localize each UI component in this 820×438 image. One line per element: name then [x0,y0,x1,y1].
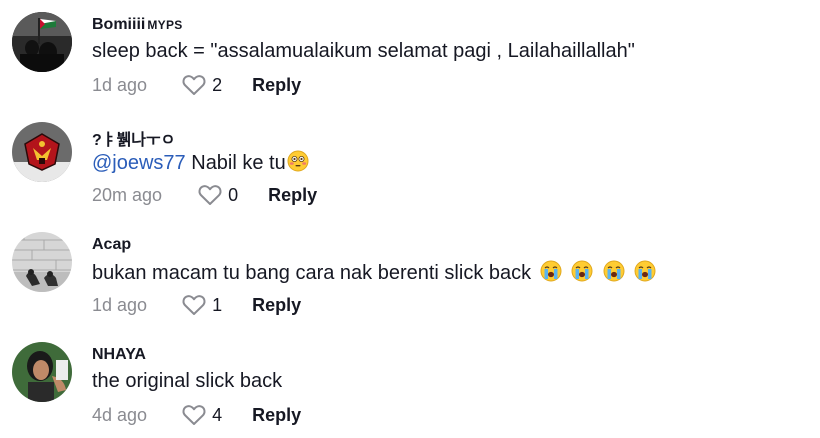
comment-timestamp: 1d ago [92,74,148,95]
username-text[interactable]: ?ㅑ뷁나ㅜㅇ [92,132,175,149]
emoji-group [533,260,656,284]
comment-timestamp: 1d ago [92,294,148,315]
comment-text: the original slick back [92,370,283,392]
comment-text: bukan macam tu bang cara nak berenti sli… [92,260,656,285]
avatar[interactable] [12,342,72,402]
user-tag: MYPS [147,18,183,32]
comment-username[interactable]: Bomiiii MYPS [92,16,183,34]
reply-button[interactable]: Reply [268,185,317,206]
loudly-crying-face-emoji-icon [634,260,656,282]
avatar[interactable] [12,122,72,182]
avatar[interactable] [12,12,72,72]
comment-username[interactable]: Acap [92,236,131,254]
username-text[interactable]: Bomiiii [92,16,145,33]
comment-meta: 4d ago 4 Reply [92,403,301,427]
comment-item: ?ㅑ뷁나ㅜㅇ @joews77 Nabil ke tu 20m ago 0 Re… [0,110,820,218]
like-button[interactable]: 0 [198,184,238,206]
heart-outline-icon[interactable] [182,404,206,426]
like-count: 2 [212,74,223,95]
comment-text-body: bukan macam tu bang cara nak berenti sli… [92,262,532,284]
like-button[interactable]: 4 [182,404,222,426]
mention-link[interactable]: @joews77 [92,152,186,174]
comment-username[interactable]: NHAYA [92,346,146,364]
comment-meta: 1d ago 2 Reply [92,73,301,97]
comment-meta: 1d ago 1 Reply [92,293,301,317]
like-count: 1 [212,294,223,315]
comment-username[interactable]: ?ㅑ뷁나ㅜㅇ [92,126,175,150]
comment-text: sleep back = "assalamualaikum selamat pa… [92,40,635,62]
loudly-crying-face-emoji-icon [603,260,625,282]
comment-meta: 20m ago 0 Reply [92,183,317,207]
comment-text: @joews77 Nabil ke tu [92,150,309,175]
comment-item: Bomiiii MYPS sleep back = "assalamualaiku… [0,0,820,108]
loudly-crying-face-emoji-icon [571,260,593,282]
reply-button[interactable]: Reply [252,75,301,96]
reply-button[interactable]: Reply [252,405,301,426]
heart-outline-icon[interactable] [198,184,222,206]
comment-timestamp: 20m ago [92,184,163,205]
like-count: 4 [212,404,223,425]
comment-item: Acap bukan macam tu bang cara nak berent… [0,220,820,328]
flushed-face-emoji-icon [287,150,309,172]
comment-text-body: Nabil ke tu [185,152,286,174]
comment-timestamp: 4d ago [92,404,148,425]
heart-outline-icon[interactable] [182,74,206,96]
like-button[interactable]: 2 [182,74,222,96]
username-text[interactable]: Acap [92,236,131,253]
loudly-crying-face-emoji-icon [540,260,562,282]
avatar[interactable] [12,232,72,292]
like-count: 0 [228,184,239,205]
heart-outline-icon[interactable] [182,294,206,316]
username-text[interactable]: NHAYA [92,346,146,363]
like-button[interactable]: 1 [182,294,222,316]
comment-item: NHAYA the original slick back 4d ago 4 R… [0,330,820,438]
reply-button[interactable]: Reply [252,295,301,316]
